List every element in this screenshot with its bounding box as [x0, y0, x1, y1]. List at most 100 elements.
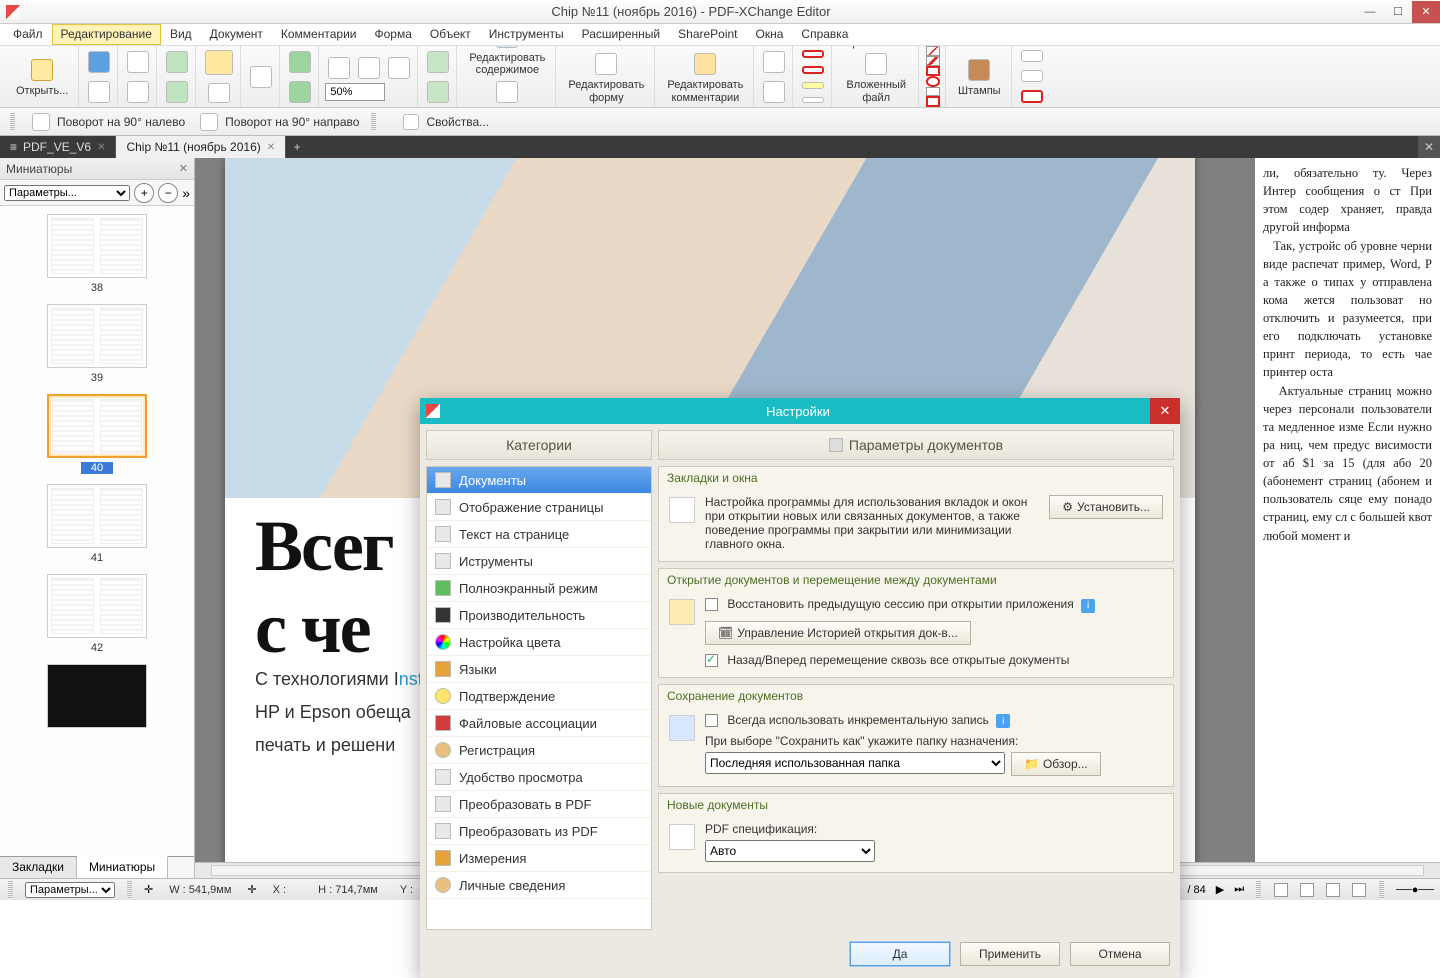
- actual-size-icon[interactable]: [328, 57, 350, 79]
- category-item[interactable]: Иструменты: [427, 548, 651, 575]
- print-icon[interactable]: [88, 81, 110, 103]
- ok-button[interactable]: Да: [850, 942, 950, 966]
- rotate-right-button[interactable]: Поворот на 90° направо: [197, 109, 359, 135]
- menu-help[interactable]: Справка: [792, 24, 857, 45]
- category-item[interactable]: Подтверждение: [427, 683, 651, 710]
- category-item[interactable]: Измерения: [427, 845, 651, 872]
- dialog-close-button[interactable]: ✕: [1150, 398, 1180, 424]
- save-folder-select[interactable]: Последняя использованная папка: [705, 752, 1005, 774]
- pdf-spec-select[interactable]: Авто: [705, 840, 875, 862]
- zoom-out-thumbs-button[interactable]: −: [158, 183, 178, 203]
- two-page-continuous-icon[interactable]: [1352, 883, 1366, 897]
- open-button[interactable]: Открыть...: [10, 55, 74, 97]
- zoom-in-icon[interactable]: [427, 81, 449, 103]
- properties-button[interactable]: Свойства...: [400, 110, 489, 134]
- polygon-shape-icon[interactable]: [926, 96, 940, 107]
- close-panel-icon[interactable]: ✕: [179, 162, 188, 175]
- fit-page-icon[interactable]: [358, 57, 380, 79]
- page-thumbnail[interactable]: [47, 664, 147, 728]
- category-item[interactable]: Отображение страницы: [427, 494, 651, 521]
- polyline-shape-icon[interactable]: [926, 87, 940, 97]
- email-icon[interactable]: [127, 51, 149, 73]
- menu-file[interactable]: Файл: [4, 24, 52, 45]
- category-list[interactable]: Документы Отображение страницы Текст на …: [426, 466, 652, 930]
- close-tab-icon[interactable]: ✕: [267, 142, 275, 153]
- menu-advanced[interactable]: Расширенный: [573, 24, 670, 45]
- highlight-text-icon[interactable]: [763, 81, 785, 103]
- add-text-button[interactable]: Добавить текст: [477, 77, 538, 109]
- close-button[interactable]: ✕: [1412, 1, 1440, 23]
- rotate-left-button[interactable]: Поворот на 90° налево: [29, 109, 185, 135]
- edit-content-button[interactable]: Редактировать содержимое: [463, 46, 551, 77]
- browse-button[interactable]: 📁Обзор...: [1011, 752, 1101, 776]
- edit-comments-button[interactable]: Редактировать комментарии: [661, 49, 749, 103]
- two-page-view-icon[interactable]: [1326, 883, 1340, 897]
- category-item-documents[interactable]: Документы: [427, 467, 651, 494]
- history-management-button[interactable]: 🗓 Управление Историей открытия док-в...: [705, 621, 971, 645]
- rotate-icon[interactable]: [289, 81, 311, 103]
- typewriter-icon[interactable]: [802, 82, 824, 88]
- last-page-button[interactable]: ⏭: [1234, 883, 1244, 896]
- menu-comments[interactable]: Комментарии: [272, 24, 366, 45]
- category-item[interactable]: Преобразовать в PDF: [427, 791, 651, 818]
- next-page-button[interactable]: ▶: [1216, 883, 1224, 896]
- info-icon[interactable]: i: [996, 714, 1010, 728]
- thumbnail-options-select[interactable]: Параметры...: [4, 185, 130, 201]
- arrow-shape-icon[interactable]: [926, 56, 940, 66]
- menu-document[interactable]: Документ: [201, 24, 272, 45]
- menu-tools[interactable]: Инструменты: [480, 24, 573, 45]
- rect-shape-icon[interactable]: [926, 66, 940, 77]
- incremental-save-checkbox[interactable]: [705, 714, 718, 727]
- menu-edit[interactable]: Редактирование: [52, 24, 161, 45]
- back-forward-checkbox[interactable]: [705, 654, 718, 667]
- restore-session-checkbox[interactable]: [705, 598, 718, 611]
- text-box-icon[interactable]: [802, 50, 824, 58]
- category-item[interactable]: Личные сведения: [427, 872, 651, 899]
- cloud-shape-icon[interactable]: [1021, 90, 1043, 103]
- category-item[interactable]: Текст на странице: [427, 521, 651, 548]
- category-item[interactable]: Удобство просмотра: [427, 764, 651, 791]
- text-markup-icon[interactable]: [802, 97, 824, 103]
- single-page-view-icon[interactable]: [1274, 883, 1288, 897]
- zoom-slider[interactable]: ──●──: [1396, 884, 1434, 896]
- category-item[interactable]: Файловые ассоциации: [427, 710, 651, 737]
- zoom-input[interactable]: [325, 83, 385, 101]
- configure-button[interactable]: ⚙Установить...: [1049, 495, 1163, 519]
- category-item[interactable]: Настройка цвета: [427, 629, 651, 656]
- zoom-out-icon[interactable]: [427, 51, 449, 73]
- select-text-icon[interactable]: [250, 66, 272, 88]
- doc-tab[interactable]: Chip №11 (ноябрь 2016)✕: [116, 136, 286, 158]
- hand-tool-icon[interactable]: [205, 50, 233, 75]
- minimize-button[interactable]: —: [1356, 1, 1384, 23]
- continuous-view-icon[interactable]: [1300, 883, 1314, 897]
- category-item[interactable]: Языки: [427, 656, 651, 683]
- pencil-icon[interactable]: [1021, 70, 1043, 82]
- snapshot-icon[interactable]: [208, 83, 230, 103]
- close-tab-icon[interactable]: ✕: [97, 142, 105, 153]
- category-item[interactable]: Полноэкранный режим: [427, 575, 651, 602]
- callout-icon[interactable]: [802, 66, 824, 74]
- edit-form-button[interactable]: Редактировать форму: [562, 49, 650, 103]
- thumbnails-tab[interactable]: Миниатюры: [77, 856, 168, 878]
- eraser-icon[interactable]: [1021, 50, 1043, 62]
- close-all-tabs-button[interactable]: ✕: [1418, 136, 1440, 158]
- page-thumbnail[interactable]: [47, 484, 147, 548]
- ellipse-shape-icon[interactable]: [926, 76, 940, 87]
- maximize-button[interactable]: ☐: [1384, 1, 1412, 23]
- menu-sharepoint[interactable]: SharePoint: [669, 24, 746, 45]
- cancel-button[interactable]: Отмена: [1070, 942, 1170, 966]
- info-icon[interactable]: i: [1081, 599, 1095, 613]
- menu-form[interactable]: Форма: [365, 24, 420, 45]
- category-item[interactable]: Преобразовать из PDF: [427, 818, 651, 845]
- line-shape-icon[interactable]: [926, 46, 940, 56]
- redo-icon[interactable]: [166, 81, 188, 103]
- refresh-icon[interactable]: [289, 51, 311, 73]
- doc-tab[interactable]: ≡PDF_VE_V6✕: [0, 136, 116, 158]
- category-item[interactable]: Регистрация: [427, 737, 651, 764]
- attached-file-button[interactable]: Вложенный файл: [840, 49, 912, 103]
- apply-button[interactable]: Применить: [960, 942, 1060, 966]
- bookmarks-tab[interactable]: Закладки: [0, 857, 77, 878]
- menu-object[interactable]: Объект: [421, 24, 480, 45]
- page-thumbnail[interactable]: [47, 394, 147, 458]
- scan-icon[interactable]: [127, 81, 149, 103]
